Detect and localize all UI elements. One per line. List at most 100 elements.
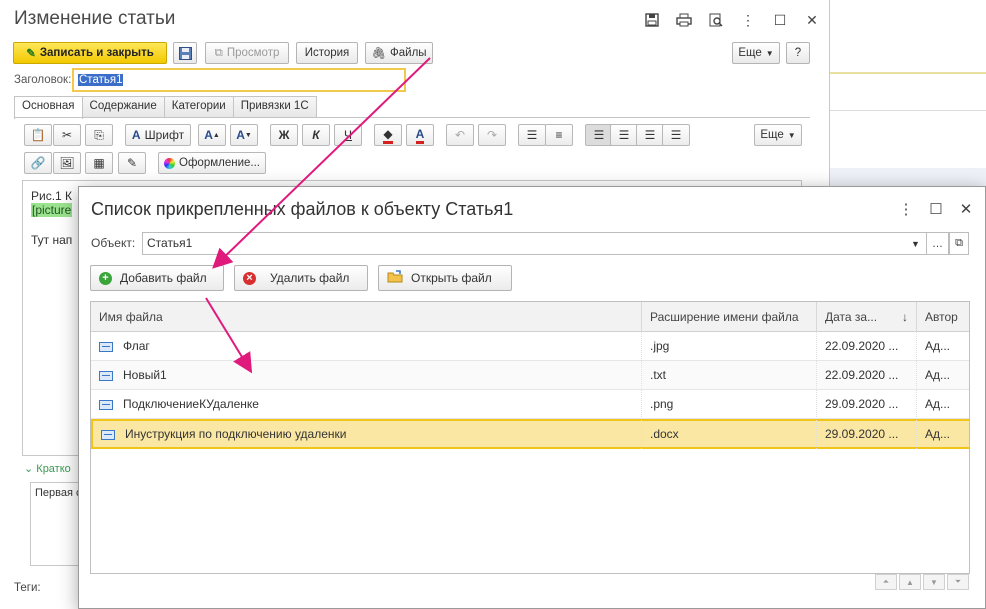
table-row[interactable]: Новый1 .txt 22.09.2020 ... Ад... [91, 361, 969, 390]
open-file-label: Открыть файл [411, 271, 492, 285]
text-color-icon[interactable]: A [406, 124, 434, 146]
font-decrease-icon[interactable]: A ▼ [230, 124, 258, 146]
table-icon[interactable]: ▦ [85, 152, 113, 174]
file-name: ПодключениеКУдаленке [123, 397, 259, 411]
tab-categories[interactable]: Категории [163, 96, 234, 118]
maximize-icon[interactable]: ☐ [921, 199, 951, 219]
cut-icon[interactable]: ✂ [53, 124, 81, 146]
tab-content[interactable]: Содержание [81, 96, 165, 118]
link-icon[interactable]: 🔗 [24, 152, 52, 174]
column-header-extension[interactable]: Расширение имени файла [642, 302, 817, 332]
table-row-selected[interactable]: Инуструкция по подключению удаленки .doc… [91, 419, 969, 449]
window-title-icons: ⋮ ☐ ✕ [636, 10, 828, 30]
paste-icon[interactable]: 📋 [24, 124, 52, 146]
font-button[interactable]: A Шрифт [125, 124, 191, 146]
preview-button[interactable]: ⧉ Просмотр [205, 42, 289, 64]
save-icon[interactable] [636, 10, 668, 30]
column-header-name[interactable]: Имя файла [91, 302, 642, 332]
scroll-top-icon[interactable]: ⏶ [875, 574, 897, 590]
tab-divider [14, 117, 810, 118]
column-header-date[interactable]: Дата за... ↓ [817, 302, 917, 332]
image-icon[interactable]: 🖼 [53, 152, 81, 174]
object-label: Объект: [91, 236, 136, 250]
column-header-author[interactable]: Автор [917, 302, 969, 332]
help-button[interactable]: ? [786, 42, 810, 64]
files-table: Имя файла Расширение имени файла Дата за… [90, 301, 970, 574]
align-left-icon[interactable]: ☰ [585, 124, 613, 146]
object-open-button[interactable]: ⧉ [949, 232, 969, 255]
open-file-button[interactable]: Открыть файл [378, 265, 512, 291]
undo-icon[interactable]: ↶ [446, 124, 474, 146]
more-vertical-icon[interactable]: ⋮ [732, 10, 764, 30]
files-label: Файлы [390, 47, 427, 59]
delete-file-button[interactable]: × Удалить файл [234, 265, 368, 291]
editor-line-1: Рис.1 К [31, 189, 73, 203]
align-justify-icon[interactable]: ☰ [662, 124, 690, 146]
print-icon[interactable] [668, 10, 700, 30]
file-author: Ад... [925, 397, 951, 411]
plus-icon: + [99, 271, 112, 285]
underline-button[interactable]: Ч [334, 124, 362, 146]
bullet-list-icon[interactable]: ☰ [518, 124, 546, 146]
object-dropdown-button[interactable]: ▼ [905, 232, 927, 255]
add-file-label: Добавить файл [120, 271, 207, 285]
history-label: История [304, 47, 350, 59]
editor-line-2: [picture [31, 203, 73, 217]
tab-main[interactable]: Основная [14, 96, 83, 119]
file-icon [99, 341, 113, 352]
design-button[interactable]: Оформление... [158, 152, 266, 174]
scroll-bottom-icon[interactable]: ⏷ [947, 574, 969, 590]
history-button[interactable]: История [296, 42, 358, 64]
delete-icon: × [243, 271, 256, 285]
chevron-down-icon: ▼ [787, 130, 796, 140]
add-file-button[interactable]: + Добавить файл [90, 265, 224, 291]
italic-button[interactable]: К [302, 124, 330, 146]
file-icon [101, 429, 115, 440]
scroll-down-icon[interactable]: ▼ [923, 574, 945, 590]
tab-1c-links[interactable]: Привязки 1С [232, 96, 317, 118]
more-button[interactable]: Еще ▼ [732, 42, 780, 64]
object-select-button[interactable]: … [927, 232, 949, 255]
chevron-down-icon: ▼ [765, 48, 774, 58]
chevron-down-icon: ⌄ [24, 463, 34, 475]
save-check-icon: ✎ [26, 48, 36, 60]
copy-icon[interactable]: ⎘ [85, 124, 113, 146]
object-field[interactable]: Статья1 [142, 232, 947, 255]
title-input[interactable]: Статья1 [72, 68, 406, 92]
ellipsis-icon: … [932, 237, 943, 250]
file-date: 29.09.2020 ... [817, 390, 917, 419]
close-icon[interactable]: ✕ [796, 10, 828, 30]
file-icon [99, 399, 113, 410]
editor-line-3: Тут нап [31, 233, 73, 247]
file-date: 22.09.2020 ... [817, 361, 917, 390]
table-header: Имя файла Расширение имени файла Дата за… [91, 302, 969, 332]
close-icon[interactable]: ✕ [951, 199, 981, 219]
save-button[interactable] [173, 42, 197, 64]
open-window-icon: ⧉ [955, 237, 963, 249]
bold-button[interactable]: Ж [270, 124, 298, 146]
more-label: Еще [738, 47, 762, 59]
chevron-down-icon: ▼ [911, 238, 920, 249]
table-row[interactable]: Флаг .jpg 22.09.2020 ... Ад... [91, 332, 969, 361]
editor-more-button[interactable]: Еще ▼ [754, 124, 802, 146]
scroll-up-icon[interactable]: ▲ [899, 574, 921, 590]
column-header-date-label: Дата за... [825, 310, 878, 324]
redo-icon[interactable]: ↷ [478, 124, 506, 146]
save-and-close-button[interactable]: ✎ Записать и закрыть [13, 42, 167, 64]
align-center-icon[interactable]: ☰ [610, 124, 638, 146]
file-name: Новый1 [123, 368, 167, 382]
preview-search-icon[interactable] [700, 10, 732, 30]
clear-format-icon[interactable]: ✎ [118, 152, 146, 174]
more-vertical-icon[interactable]: ⋮ [891, 199, 921, 219]
dialog-title-icons: ⋮ ☐ ✕ [891, 199, 981, 219]
file-author: Ад... [925, 427, 951, 441]
maximize-icon[interactable]: ☐ [764, 10, 796, 30]
numbered-list-icon[interactable]: ≡ [545, 124, 573, 146]
files-button[interactable]: 🖇 Файлы [365, 42, 433, 64]
font-increase-icon[interactable]: A ▲ [198, 124, 226, 146]
table-row[interactable]: ПодключениеКУдаленке .png 29.09.2020 ...… [91, 390, 969, 419]
align-right-icon[interactable]: ☰ [636, 124, 664, 146]
fill-color-icon[interactable]: ◆ [374, 124, 402, 146]
short-section-toggle[interactable]: ⌄ Кратко [24, 462, 71, 475]
paperclip-icon: 🖇 [371, 48, 387, 60]
